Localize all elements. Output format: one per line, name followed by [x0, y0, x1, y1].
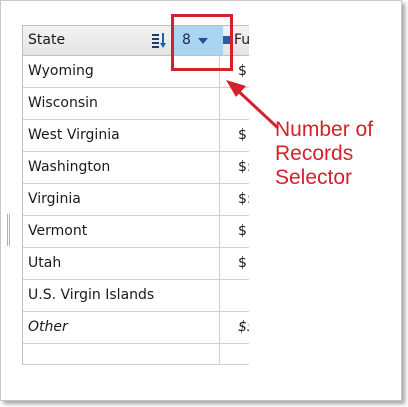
- callout-label: Number of Records Selector: [275, 118, 373, 190]
- callout-line-2: Records: [275, 142, 354, 165]
- callout-arrow-icon: [226, 80, 280, 130]
- callout-line-1: Number of: [275, 118, 374, 141]
- callout-line-3: Selector: [275, 166, 353, 189]
